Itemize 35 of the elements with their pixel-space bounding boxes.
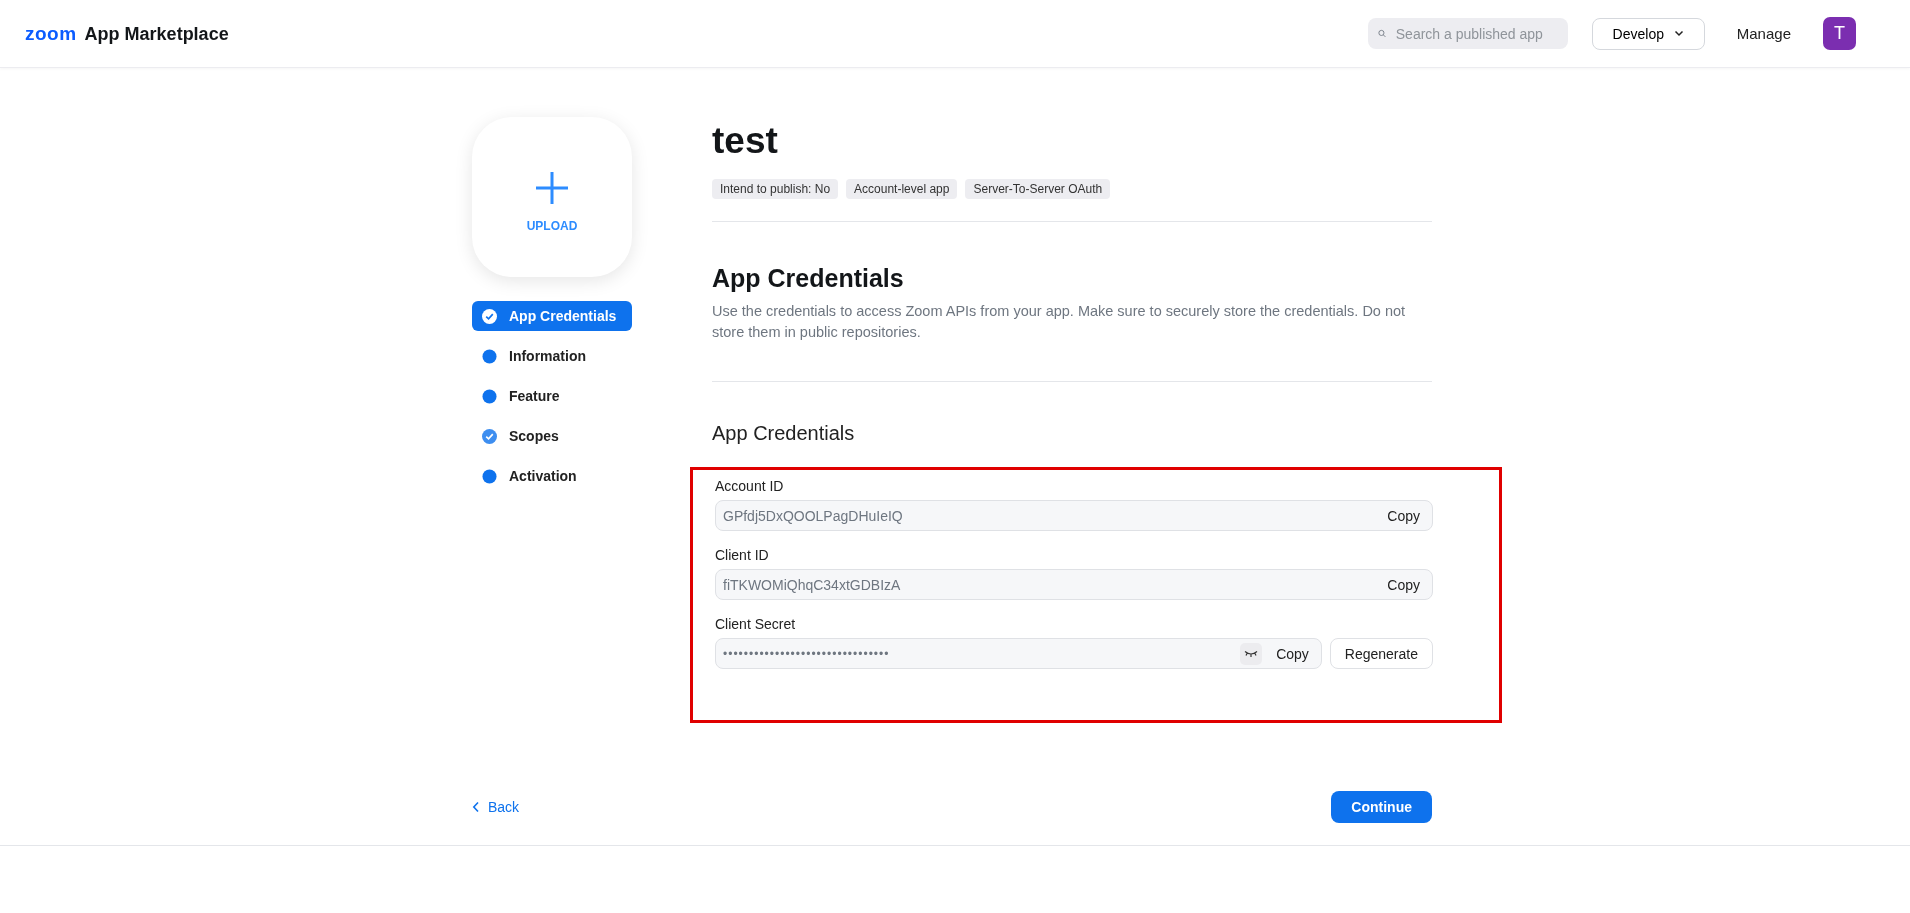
- copy-button[interactable]: Copy: [1377, 572, 1430, 597]
- step-nav-item[interactable]: App Credentials: [472, 301, 632, 331]
- field-label: Account ID: [715, 478, 785, 494]
- app-tag: Account-level app: [846, 179, 958, 199]
- field-label: Client Secret: [715, 616, 797, 632]
- regenerate-button[interactable]: Regenerate: [1329, 638, 1433, 669]
- chevron-down-icon: [1673, 30, 1684, 37]
- manage-link[interactable]: Manage: [1736, 25, 1791, 42]
- continue-button[interactable]: Continue: [1331, 791, 1432, 823]
- step-nav-item[interactable]: Scopes: [472, 421, 632, 451]
- step-nav-item[interactable]: Activation: [472, 461, 632, 491]
- zoom-logo[interactable]: zoom: [25, 22, 77, 45]
- closed-eye-icon[interactable]: [1240, 642, 1263, 665]
- section-description: Use the credentials to access Zoom APIs from your app. Make sure to securely store the credentials. Do not store them in public repositories.: [712, 302, 1407, 342]
- plus-icon: [535, 170, 569, 205]
- step-nav-item[interactable]: Feature: [472, 381, 632, 411]
- credential-field[interactable]: GPfdj5DxQOOLPagDHuIeIQ Copy: [715, 500, 1433, 531]
- back-link[interactable]: Back: [472, 799, 520, 815]
- marketplace-title: App Marketplace: [84, 23, 229, 45]
- search-icon: [1377, 27, 1386, 40]
- copy-button[interactable]: Copy: [1377, 503, 1430, 528]
- credential-field[interactable]: fiTKWOMiQhqC34xtGDBIzA Copy: [715, 569, 1433, 600]
- app-tag: Server-To-Server OAuth: [965, 179, 1111, 199]
- copy-button[interactable]: Copy: [1266, 641, 1319, 666]
- user-avatar[interactable]: T: [1823, 17, 1856, 50]
- app-name: test: [712, 119, 779, 163]
- field-label: Client ID: [715, 547, 770, 563]
- credential-field[interactable]: •••••••••••••••••••••••••••••••• Copy: [715, 638, 1322, 669]
- credentials-title: App Credentials: [712, 422, 856, 445]
- chevron-left-icon: [472, 801, 480, 813]
- section-title: App Credentials: [712, 264, 905, 293]
- develop-dropdown[interactable]: Develop: [1591, 17, 1705, 50]
- app-tag: Intend to publish: No: [712, 179, 839, 199]
- search-field[interactable]: Search a published app: [1367, 18, 1568, 49]
- step-nav-item[interactable]: Information: [472, 341, 632, 371]
